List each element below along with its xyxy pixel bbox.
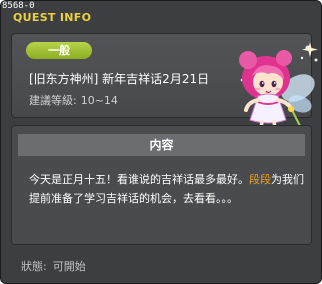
recommended-level: 建議等級: 10~14: [29, 92, 118, 108]
level-label: 建議等級:: [29, 94, 77, 107]
quest-status: 狀態: 可開始: [21, 258, 86, 274]
quest-description: 今天是正月十五！看谁说的吉祥话最多最好。段段为我们提前准备了学习吉祥话的机会，去…: [29, 170, 304, 208]
content-header: 内容: [18, 134, 305, 156]
title-bar[interactable]: QUEST INFO: [1, 9, 321, 29]
window-title: QUEST INFO: [13, 11, 92, 24]
description-text-start: 今天是正月十五！看谁说的吉祥话最多最好。: [29, 173, 249, 186]
content-panel: 内容 今天是正月十五！看谁说的吉祥话最多最好。段段为我们提前准备了学习吉祥话的机…: [11, 125, 312, 245]
quest-title: [旧东方神州] 新年吉祥话2月21日: [29, 72, 210, 86]
npc-name-link[interactable]: 段段: [249, 173, 271, 186]
quest-info-window: 8568-0 QUEST INFO 一般 [旧东方神州] 新年吉祥话2月21日 …: [0, 0, 322, 284]
pink-fairy-npc-icon: [239, 42, 318, 134]
status-value: 可開始: [52, 260, 86, 273]
level-range: 10~14: [80, 94, 118, 107]
status-label: 狀態:: [21, 260, 47, 273]
quest-header-card: 一般 [旧东方神州] 新年吉祥话2月21日 建議等級: 10~14: [11, 33, 318, 134]
category-badge: 一般: [26, 42, 92, 59]
